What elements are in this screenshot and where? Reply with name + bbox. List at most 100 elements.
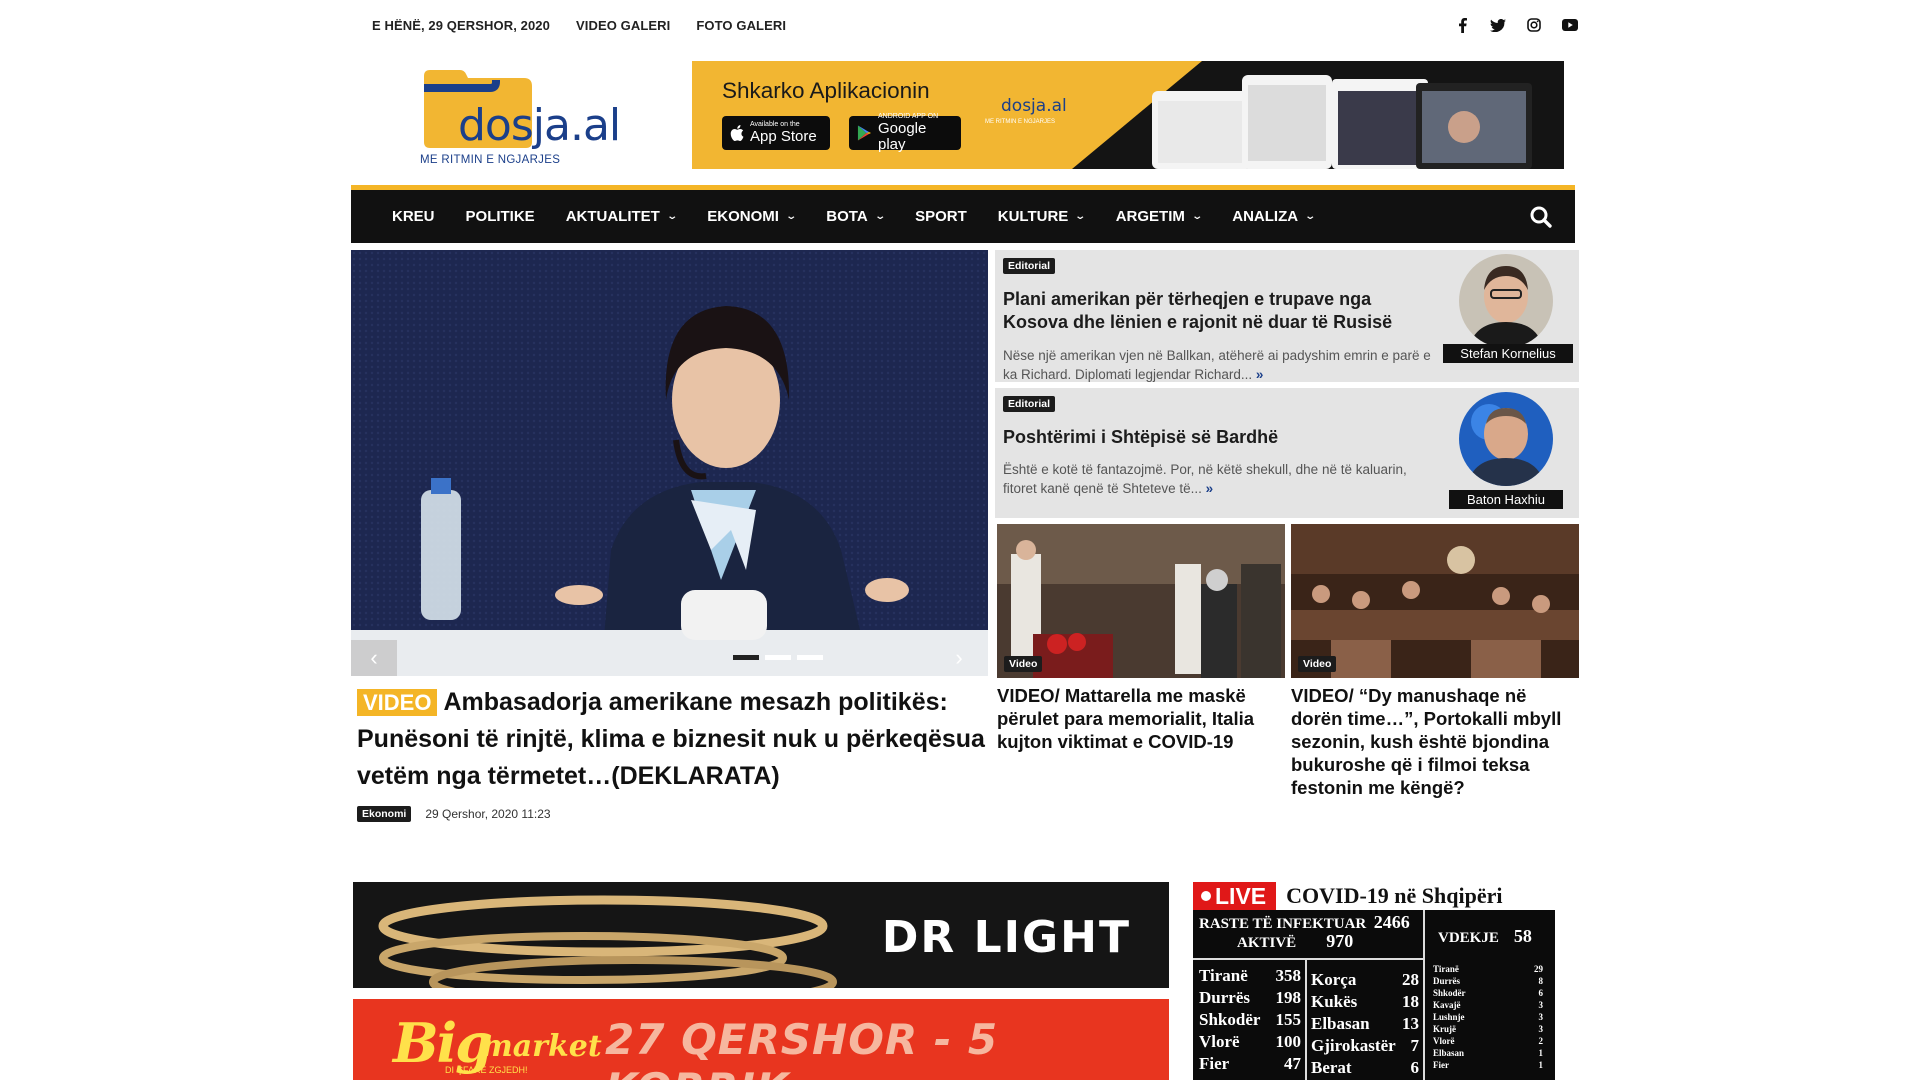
video-thumbnail[interactable]: Video — [997, 524, 1285, 678]
app-store-button[interactable]: Available on the App Store — [722, 116, 830, 150]
video-label: Video — [1298, 656, 1337, 672]
appstore-big-text: App Store — [750, 128, 817, 145]
deaths-header: VDEKJE 58 — [1438, 926, 1532, 946]
chevron-down-icon: ⌄ — [874, 211, 886, 222]
banner-mini-logo: dosja.al ME RITMIN E NGJARJES — [985, 81, 1067, 131]
deaths-city-row: Fier 1 — [1433, 1060, 1543, 1070]
nav-item-kulture[interactable]: KULTURE ⌄ — [997, 208, 1087, 225]
video-thumbnail[interactable]: Video — [1291, 524, 1579, 678]
nav-label: KULTURE — [997, 208, 1069, 225]
main-navigation: KREU POLITIKE AKTUALITET ⌄ EKONOMI ⌄ BOTA ⌄… — [351, 185, 1575, 243]
nav-item-ekonomi[interactable]: EKONOMI ⌄ — [707, 208, 797, 225]
chevron-down-icon: ⌄ — [1074, 211, 1087, 222]
chevron-left-icon: ‹ — [370, 645, 378, 670]
editorial-label: Editorial — [1003, 396, 1056, 412]
city-row: Korça 28 — [1311, 970, 1419, 989]
video-badge: VIDEO — [357, 689, 438, 716]
read-more-icon: » — [1205, 481, 1214, 496]
live-dot-icon — [1201, 891, 1211, 901]
youtube-icon[interactable] — [1562, 17, 1578, 33]
nav-item-kreu[interactable]: KREU — [392, 208, 435, 225]
city-row: Gjirokastër 7 — [1311, 1036, 1419, 1055]
editorial-label: Editorial — [1003, 258, 1056, 274]
nav-label: POLITIKE — [465, 208, 535, 225]
city-row: Elbasan 13 — [1311, 1014, 1419, 1033]
slider-dot[interactable] — [733, 655, 759, 660]
editorial-excerpt: Nëse një amerikan vjen në Ballkan, atëhe… — [1003, 348, 1431, 382]
photo-gallery-link[interactable]: FOTO GALERI — [696, 18, 786, 33]
hero-title-text: Ambasadorja amerikane mesazh politikës: … — [357, 688, 985, 790]
nav-item-bota[interactable]: BOTA ⌄ — [826, 208, 886, 225]
video-card-title[interactable]: VIDEO/ Mattarella me maskë përulet para … — [997, 684, 1287, 753]
slider-dot[interactable] — [797, 655, 823, 660]
category-badge[interactable]: Ekonomi — [357, 806, 412, 822]
slider-prev-button[interactable]: ‹ — [351, 640, 397, 676]
nav-label: EKONOMI — [707, 208, 779, 225]
hero-headline[interactable]: VIDEO Ambasadorja amerikane mesazh politi… — [357, 684, 987, 795]
nav-item-aktualitet[interactable]: AKTUALITET ⌄ — [565, 208, 678, 225]
city-row: Vlorë 100 — [1199, 1032, 1301, 1051]
video-thumbnail-image — [1291, 524, 1579, 678]
top-bar: E HËNË, 29 QERSHOR, 2020 VIDEO GALERI FO… — [372, 14, 1578, 36]
active-label: AKTIVË — [1237, 935, 1297, 951]
author-name: Stefan Kornelius — [1443, 344, 1573, 363]
covid-stats-board: RASTE TË INFEKTUAR 2466 AKTIVË 970 VDEKJ… — [1193, 910, 1555, 1080]
hero-image — [351, 250, 988, 676]
author-name: Baton Haxhiu — [1449, 490, 1563, 509]
apple-icon — [730, 125, 744, 141]
editorial-excerpt: Është e kotë të fantazojmë. Por, në këtë… — [1003, 462, 1407, 496]
nav-label: BOTA — [826, 208, 868, 225]
banner-brand: dosja.al — [1001, 96, 1067, 116]
read-more-icon: » — [1255, 367, 1264, 382]
city-row: Kukës 18 — [1311, 992, 1419, 1011]
video-gallery-link[interactable]: VIDEO GALERI — [576, 18, 670, 33]
bigmarket-dates: 27 QERSHOR - 5 KORRIK — [605, 1015, 999, 1080]
editorial-title: Poshtërimi i Shtëpisë së Bardhë — [1003, 427, 1279, 447]
twitter-icon[interactable] — [1490, 17, 1506, 33]
slider-dots — [733, 655, 823, 660]
chevron-down-icon: ⌄ — [666, 211, 678, 222]
ad-banner-drlight[interactable]: DR LIGHT — [353, 882, 1169, 988]
deaths-city-row: Shkodër 6 — [1433, 988, 1543, 998]
site-logo[interactable]: dosja.al ME RITMIN E NGJARJES — [420, 64, 621, 172]
social-links — [1454, 17, 1578, 33]
nav-item-argetim[interactable]: ARGETIM ⌄ — [1116, 208, 1203, 225]
deaths-city-row: Krujë 3 — [1433, 1024, 1543, 1034]
chevron-right-icon: › — [955, 645, 963, 670]
hero-slider[interactable]: ‹ › — [351, 250, 988, 676]
search-icon[interactable] — [1529, 205, 1553, 229]
nav-item-analiza[interactable]: ANALIZA ⌄ — [1232, 208, 1316, 225]
city-row: Fier 47 — [1199, 1054, 1301, 1073]
chandelier-image — [378, 895, 837, 988]
bigmarket-market: market — [481, 1029, 602, 1064]
nav-label: KREU — [392, 208, 435, 225]
editorial-card[interactable]: Editorial Plani amerikan për tërheqjen e… — [995, 250, 1579, 382]
instagram-icon[interactable] — [1526, 17, 1542, 33]
deaths-city-row: Elbasan 1 — [1433, 1048, 1543, 1058]
logo-tagline: ME RITMIN E NGJARJES — [420, 154, 561, 166]
infected-header: RASTE TË INFEKTUAR 2466 AKTIVË 970 — [1199, 912, 1410, 951]
chevron-down-icon: ⌄ — [1191, 211, 1203, 222]
nav-item-politike[interactable]: POLITIKE — [466, 208, 535, 225]
publish-date: 29 Qershor, 2020 11:23 — [425, 807, 551, 821]
video-card-title[interactable]: VIDEO/ “Dy manushaqe në dorën time…”, Po… — [1291, 684, 1581, 799]
editorial-card[interactable]: Editorial Poshtërimi i Shtëpisë së Bardh… — [995, 388, 1579, 518]
banner-brand-tag: ME RITMIN E NGJARJES — [985, 119, 1056, 125]
nav-label: AKTUALITET — [565, 208, 660, 225]
video-label: Video — [1004, 656, 1043, 672]
app-download-banner[interactable]: Shkarko Aplikacionin Available on the App… — [692, 61, 1564, 169]
logo-wordmark: dosja.al — [458, 100, 621, 151]
bigmarket-slogan: DI ÇFARË ZGJEDH! — [445, 1065, 528, 1075]
facebook-icon[interactable] — [1454, 17, 1470, 33]
google-play-button[interactable]: ANDROID APP ON Google play — [849, 113, 961, 153]
covid-widget-header: LIVE COVID-19 në Shqipëri — [1193, 882, 1555, 910]
deaths-city-row: Kavajë 3 — [1433, 1000, 1543, 1010]
deaths-city-row: Tiranë 29 — [1433, 964, 1543, 974]
slider-dot[interactable] — [765, 655, 791, 660]
slider-next-button[interactable]: › — [942, 640, 976, 676]
ad-banner-bigmarket[interactable]: Big market DI ÇFARË ZGJEDH! 27 QERSHOR -… — [353, 999, 1169, 1080]
nav-item-sport[interactable]: SPORT — [915, 208, 967, 225]
city-row: Durrës 198 — [1199, 988, 1301, 1007]
author-avatar — [1459, 254, 1553, 348]
video-thumbnail-image — [997, 524, 1285, 678]
